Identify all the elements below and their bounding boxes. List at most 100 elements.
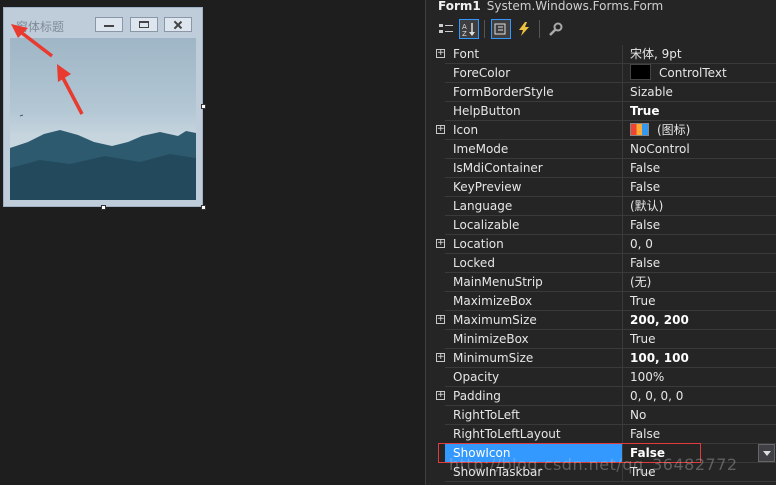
expand-icon[interactable]: + — [436, 353, 445, 362]
categorized-button[interactable] — [436, 19, 456, 39]
properties-icon — [494, 23, 506, 35]
property-row[interactable]: Locked False — [434, 254, 776, 273]
property-row[interactable]: KeyPreview False — [434, 178, 776, 197]
property-value[interactable]: 0, 0, 0, 0 — [623, 387, 776, 406]
property-value[interactable]: ControlText — [623, 64, 776, 83]
annotation-arrow-icon — [57, 64, 84, 115]
property-row[interactable]: FormBorderStyle Sizable — [434, 83, 776, 102]
property-name[interactable]: FormBorderStyle — [445, 83, 623, 102]
object-type: System.Windows.Forms.Form — [486, 0, 664, 13]
property-name[interactable]: ForeColor — [445, 64, 623, 83]
value-dropdown-button[interactable] — [758, 444, 775, 462]
minimize-button[interactable] — [95, 17, 123, 32]
property-name[interactable]: MaximizeBox — [445, 292, 623, 311]
property-value[interactable]: False — [623, 425, 776, 444]
property-name[interactable]: Localizable — [445, 216, 623, 235]
property-row[interactable]: RightToLeft No — [434, 406, 776, 425]
property-row[interactable]: MinimizeBox True — [434, 330, 776, 349]
maximize-icon — [139, 21, 149, 28]
resize-handle-corner[interactable] — [201, 205, 206, 210]
property-row[interactable]: HelpButton True — [434, 102, 776, 121]
property-row[interactable]: MaximizeBox True — [434, 292, 776, 311]
property-value[interactable]: False — [623, 216, 776, 235]
property-name[interactable]: Icon — [445, 121, 623, 140]
expand-icon[interactable]: + — [436, 391, 445, 400]
property-value-text: ControlText — [659, 66, 727, 80]
property-name[interactable]: IsMdiContainer — [445, 159, 623, 178]
property-value[interactable]: No — [623, 406, 776, 425]
property-value[interactable]: NoControl — [623, 140, 776, 159]
property-name[interactable]: MinimizeBox — [445, 330, 623, 349]
property-value-text: True — [630, 332, 656, 346]
property-name[interactable]: Language — [445, 197, 623, 216]
property-row[interactable]: + MaximumSize 200, 200 — [434, 311, 776, 330]
property-row[interactable]: + Location 0, 0 — [434, 235, 776, 254]
property-value[interactable]: 宋体, 9pt — [623, 45, 776, 64]
expand-icon[interactable]: + — [436, 315, 445, 324]
property-pages-button[interactable] — [546, 19, 566, 39]
alphabetical-button[interactable]: A Z — [459, 19, 479, 39]
property-value[interactable]: Sizable — [623, 83, 776, 102]
property-name[interactable]: MainMenuStrip — [445, 273, 623, 292]
property-row[interactable]: + Font 宋体, 9pt — [434, 45, 776, 64]
property-name[interactable]: HelpButton — [445, 102, 623, 121]
property-name[interactable]: MaximumSize — [445, 311, 623, 330]
property-row[interactable]: Opacity 100% — [434, 368, 776, 387]
expand-icon[interactable]: + — [436, 49, 445, 58]
property-value-text: True — [630, 104, 660, 118]
property-value-text: (默认) — [630, 199, 664, 213]
property-name[interactable]: Font — [445, 45, 623, 64]
property-value-text: 100, 100 — [630, 351, 689, 365]
property-row[interactable]: + MinimumSize 100, 100 — [434, 349, 776, 368]
property-value[interactable]: 0, 0 — [623, 235, 776, 254]
property-value[interactable]: False — [623, 254, 776, 273]
property-name[interactable]: RightToLeft — [445, 406, 623, 425]
form-icon-preview-icon — [630, 123, 649, 136]
property-row[interactable]: ImeMode NoControl — [434, 140, 776, 159]
property-value[interactable]: True — [623, 102, 776, 121]
resize-handle-right[interactable] — [201, 104, 206, 109]
property-value[interactable]: (图标) — [623, 121, 776, 140]
property-value-text: False — [630, 256, 661, 270]
property-row[interactable]: + Icon (图标) — [434, 121, 776, 140]
close-button[interactable] — [164, 17, 192, 32]
property-row[interactable]: RightToLeftLayout False — [434, 425, 776, 444]
property-row[interactable]: IsMdiContainer False — [434, 159, 776, 178]
property-name[interactable]: Location — [445, 235, 623, 254]
property-row[interactable]: MainMenuStrip (无) — [434, 273, 776, 292]
property-row[interactable]: ForeColor ControlText — [434, 64, 776, 83]
property-row[interactable]: + Padding 0, 0, 0, 0 — [434, 387, 776, 406]
property-name[interactable]: Locked — [445, 254, 623, 273]
property-value-text: True — [630, 294, 656, 308]
object-selector[interactable]: Form1 System.Windows.Forms.Form — [426, 0, 776, 15]
property-name[interactable]: KeyPreview — [445, 178, 623, 197]
events-icon — [519, 22, 529, 36]
form-designer-surface[interactable]: 窗体标题 — [0, 0, 425, 485]
watermark: http://blog.csdn.net/qq_36482772 — [449, 455, 738, 474]
property-name[interactable]: MinimumSize — [445, 349, 623, 368]
property-value[interactable]: 100% — [623, 368, 776, 387]
property-value[interactable]: False — [623, 159, 776, 178]
property-value[interactable]: True — [623, 330, 776, 349]
property-name[interactable]: Opacity — [445, 368, 623, 387]
property-value[interactable]: 200, 200 — [623, 311, 776, 330]
property-value[interactable]: (默认) — [623, 197, 776, 216]
maximize-button[interactable] — [130, 17, 158, 32]
resize-handle-bottom[interactable] — [101, 205, 106, 210]
properties-button[interactable] — [491, 19, 511, 39]
minimize-icon — [104, 21, 114, 27]
property-value[interactable]: True — [623, 292, 776, 311]
expand-icon[interactable]: + — [436, 125, 445, 134]
property-name[interactable]: RightToLeftLayout — [445, 425, 623, 444]
annotation-arrow-icon — [11, 24, 54, 58]
expand-icon[interactable]: + — [436, 239, 445, 248]
property-name[interactable]: Padding — [445, 387, 623, 406]
property-value-text: (图标) — [657, 123, 691, 137]
property-row[interactable]: Localizable False — [434, 216, 776, 235]
property-value[interactable]: False — [623, 178, 776, 197]
property-row[interactable]: Language (默认) — [434, 197, 776, 216]
property-name[interactable]: ImeMode — [445, 140, 623, 159]
events-button[interactable] — [514, 19, 534, 39]
property-value[interactable]: (无) — [623, 273, 776, 292]
property-value[interactable]: 100, 100 — [623, 349, 776, 368]
